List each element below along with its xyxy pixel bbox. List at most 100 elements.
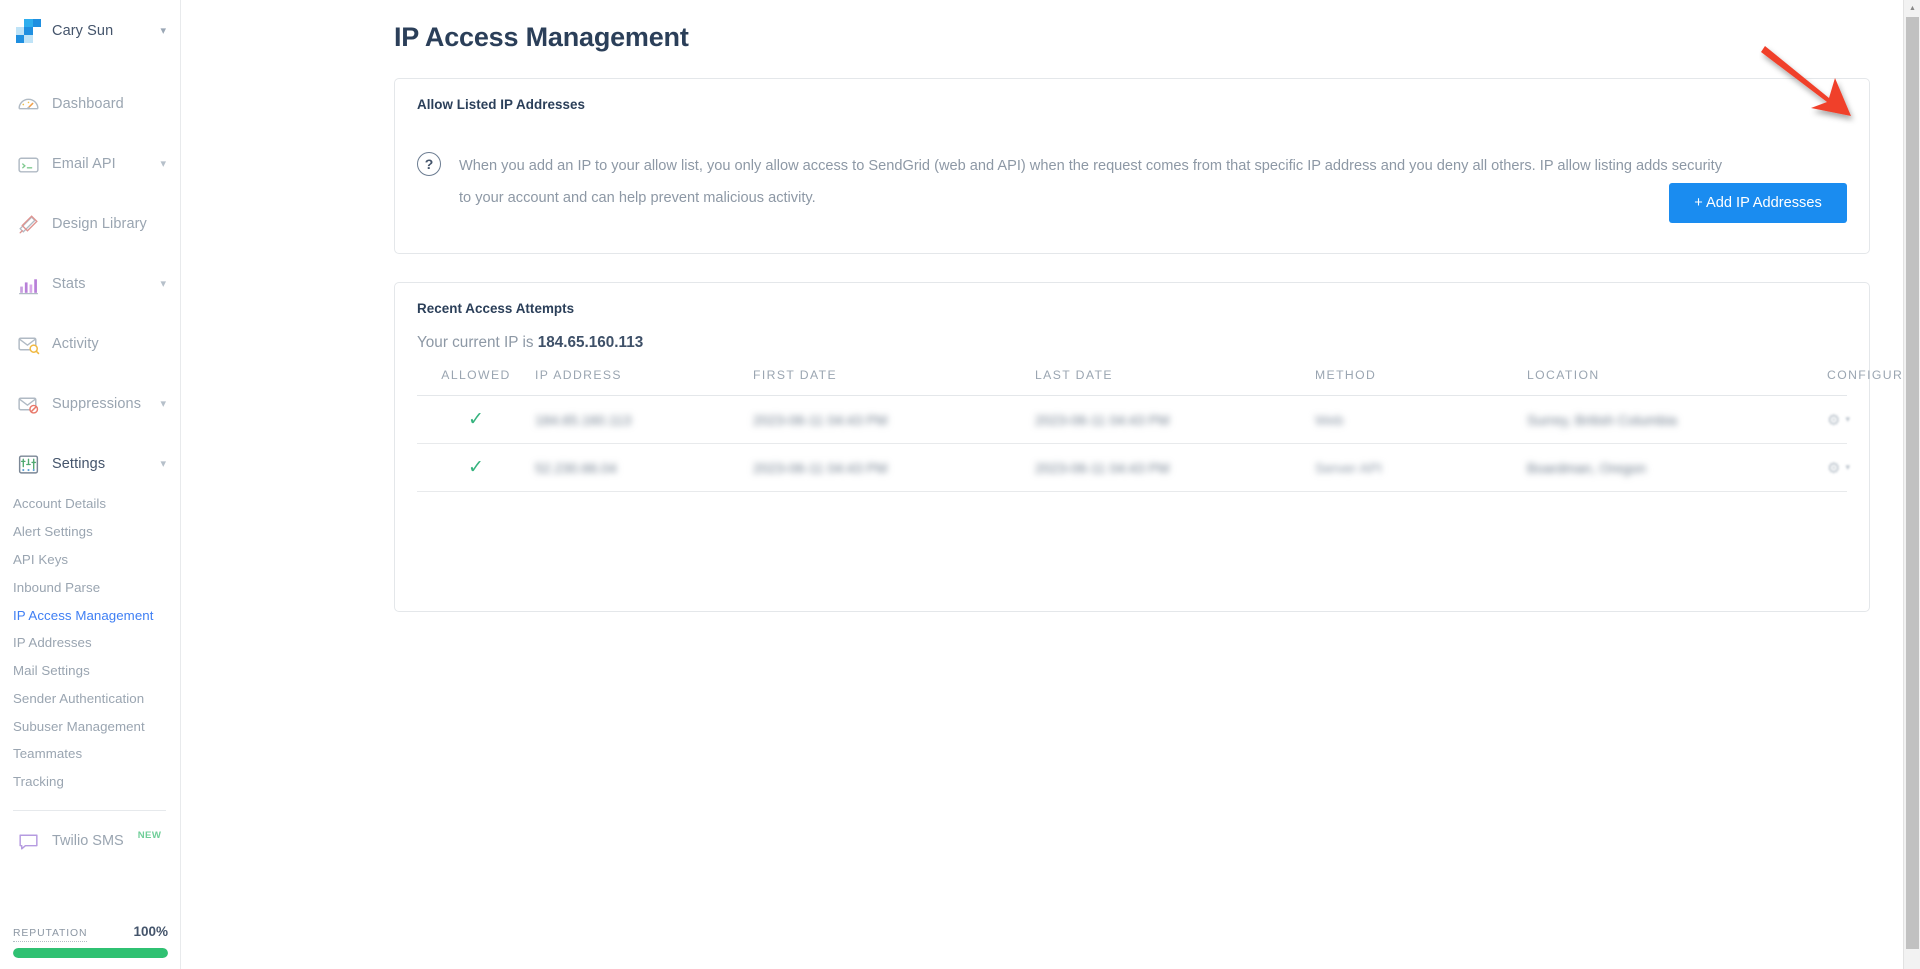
chevron-down-icon[interactable]: ▾	[1845, 462, 1850, 473]
sidebar: Cary Sun ▾ Dashboard Email API ▾ Design …	[0, 0, 181, 969]
sidebar-label: Dashboard	[52, 96, 124, 112]
sidebar-label: Activity	[52, 336, 99, 352]
cell-ip-address: 184.65.160.113	[535, 395, 753, 444]
column-first-date: FIRST DATE	[753, 368, 837, 382]
ruler-pencil-icon	[19, 214, 38, 234]
app-root: Cary Sun ▾ Dashboard Email API ▾ Design …	[0, 0, 1920, 969]
table-header-row: ALLOWED IP ADDRESS FIRST DATE LAST DATE …	[417, 368, 1913, 396]
sidebar-item-mail-settings[interactable]: Mail Settings	[13, 657, 180, 685]
first-date-value: 2023-06-11 04:43 PM	[753, 459, 888, 476]
sidebar-item-suppressions[interactable]: Suppressions ▾	[0, 374, 180, 434]
sidebar-label: Settings	[52, 456, 106, 472]
location-value: Surrey, British Columbia	[1527, 411, 1677, 428]
sidebar-label: Suppressions	[52, 396, 142, 412]
settings-submenu: Account Details Alert Settings API Keys …	[0, 490, 180, 796]
cell-configure: ⚙ ▾	[1827, 395, 1850, 444]
location-value: Boardman, Oregon	[1527, 459, 1647, 476]
allowed-check-icon: ✓	[468, 409, 484, 430]
main-content: IP Access Management Allow Listed IP Add…	[181, 0, 1920, 969]
envelope-blocked-icon	[18, 397, 39, 414]
ip-address-value: 52.230.66.04	[535, 459, 617, 476]
sidebar-item-settings[interactable]: Settings ▾	[0, 434, 180, 494]
sidebar-label: Email API	[52, 156, 116, 172]
method-value: Web	[1315, 411, 1344, 428]
sidebar-item-twilio-sms[interactable]: Twilio SMS NEW	[0, 811, 180, 854]
sidebar-item-teammates[interactable]: Teammates	[13, 740, 180, 768]
column-configure: CONFIGURE	[1827, 368, 1913, 382]
sidebar-item-stats[interactable]: Stats ▾	[0, 254, 180, 314]
sidebar-item-sender-authentication[interactable]: Sender Authentication	[13, 684, 180, 712]
primary-nav: Dashboard Email API ▾ Design Library Sta…	[0, 74, 180, 796]
allow-card-heading: Allow Listed IP Addresses	[417, 97, 585, 112]
account-switcher[interactable]: Cary Sun ▾	[0, 0, 180, 62]
account-name: Cary Sun	[52, 23, 114, 39]
access-attempts-table: ALLOWED IP ADDRESS FIRST DATE LAST DATE …	[417, 368, 1913, 492]
configure-dropdown[interactable]: ⚙ ▾	[1827, 459, 1850, 477]
chevron-down-icon[interactable]: ▾	[160, 278, 166, 290]
cell-method: Web	[1315, 395, 1527, 444]
column-last-date: LAST DATE	[1035, 368, 1113, 382]
cell-first-date: 2023-06-11 04:43 PM	[753, 395, 1035, 444]
sidebar-item-subuser-management[interactable]: Subuser Management	[13, 712, 180, 740]
sidebar-item-account-details[interactable]: Account Details	[13, 490, 180, 518]
cell-method: Server API	[1315, 443, 1527, 492]
sidebar-item-api-keys[interactable]: API Keys	[13, 546, 180, 574]
reputation-bar-track	[13, 948, 168, 958]
scroll-up-arrow-icon[interactable]: ▲	[1904, 0, 1920, 17]
table-row[interactable]: ✓ 52.230.66.04 2023-06-11 04:43 PM 2023-…	[417, 443, 1850, 492]
sidebar-item-design-library[interactable]: Design Library	[0, 194, 180, 254]
sidebar-item-email-api[interactable]: Email API ▾	[0, 134, 180, 194]
cell-location: Boardman, Oregon	[1527, 443, 1827, 492]
sidebar-item-inbound-parse[interactable]: Inbound Parse	[13, 573, 180, 601]
sidebar-label: Design Library	[52, 216, 147, 232]
cell-ip-address: 52.230.66.04	[535, 443, 753, 492]
configure-dropdown[interactable]: ⚙ ▾	[1827, 411, 1850, 429]
question-mark-icon: ?	[417, 152, 441, 176]
last-date-value: 2023-06-11 04:43 PM	[1035, 459, 1170, 476]
terminal-window-icon	[18, 157, 39, 173]
gear-icon[interactable]: ⚙	[1827, 411, 1840, 429]
page-title: IP Access Management	[394, 22, 689, 52]
cell-last-date: 2023-06-11 04:43 PM	[1035, 395, 1315, 444]
sidebar-item-ip-addresses[interactable]: IP Addresses	[13, 629, 180, 657]
chevron-down-icon[interactable]: ▾	[160, 25, 166, 37]
vertical-scrollbar[interactable]: ▲	[1903, 0, 1920, 969]
sidebar-item-dashboard[interactable]: Dashboard	[0, 74, 180, 134]
cell-allowed: ✓	[417, 395, 535, 444]
column-location: LOCATION	[1527, 368, 1600, 382]
method-value: Server API	[1315, 459, 1382, 476]
cell-allowed: ✓	[417, 443, 535, 492]
chevron-down-icon[interactable]: ▾	[160, 158, 166, 170]
chevron-down-icon[interactable]: ▾	[1845, 414, 1850, 425]
reputation-label: REPUTATION	[13, 928, 88, 942]
recent-card-heading: Recent Access Attempts	[417, 301, 575, 316]
scrollbar-thumb[interactable]	[1906, 17, 1919, 949]
chevron-down-icon[interactable]: ▾	[160, 458, 166, 470]
sidebar-item-alert-settings[interactable]: Alert Settings	[13, 518, 180, 546]
chevron-down-icon[interactable]: ▾	[160, 398, 166, 410]
column-ip-address: IP ADDRESS	[535, 368, 622, 382]
bar-chart-icon	[19, 278, 38, 294]
table-body: ✓ 184.65.160.113 2023-06-11 04:43 PM 202…	[417, 395, 1850, 492]
ip-address-value: 184.65.160.113	[535, 411, 632, 428]
allow-listed-ip-card: Allow Listed IP Addresses ? When you add…	[394, 78, 1870, 254]
current-ip-line: Your current IP is 184.65.160.113	[417, 334, 1847, 352]
sidebar-item-tracking[interactable]: Tracking	[13, 768, 180, 796]
add-ip-addresses-button[interactable]: + Add IP Addresses	[1669, 183, 1847, 223]
sidebar-item-activity[interactable]: Activity	[0, 314, 180, 374]
last-date-value: 2023-06-11 04:43 PM	[1035, 411, 1170, 428]
current-ip-value: 184.65.160.113	[537, 334, 644, 351]
table-row[interactable]: ✓ 184.65.160.113 2023-06-11 04:43 PM 202…	[417, 395, 1850, 444]
sidebar-label: Stats	[52, 276, 86, 292]
chat-bubble-icon	[19, 834, 38, 850]
table-header: ALLOWED IP ADDRESS FIRST DATE LAST DATE …	[417, 368, 1913, 396]
reputation-bar-fill	[13, 948, 168, 958]
new-badge: NEW	[137, 829, 162, 841]
gear-icon[interactable]: ⚙	[1827, 459, 1840, 477]
sidebar-item-ip-access-management[interactable]: IP Access Management	[13, 601, 180, 629]
first-date-value: 2023-06-11 04:43 PM	[753, 411, 888, 428]
cell-first-date: 2023-06-11 04:43 PM	[753, 443, 1035, 492]
twilio-label: Twilio SMS	[52, 833, 124, 850]
cell-last-date: 2023-06-11 04:43 PM	[1035, 443, 1315, 492]
sendgrid-logo-icon	[16, 18, 41, 44]
